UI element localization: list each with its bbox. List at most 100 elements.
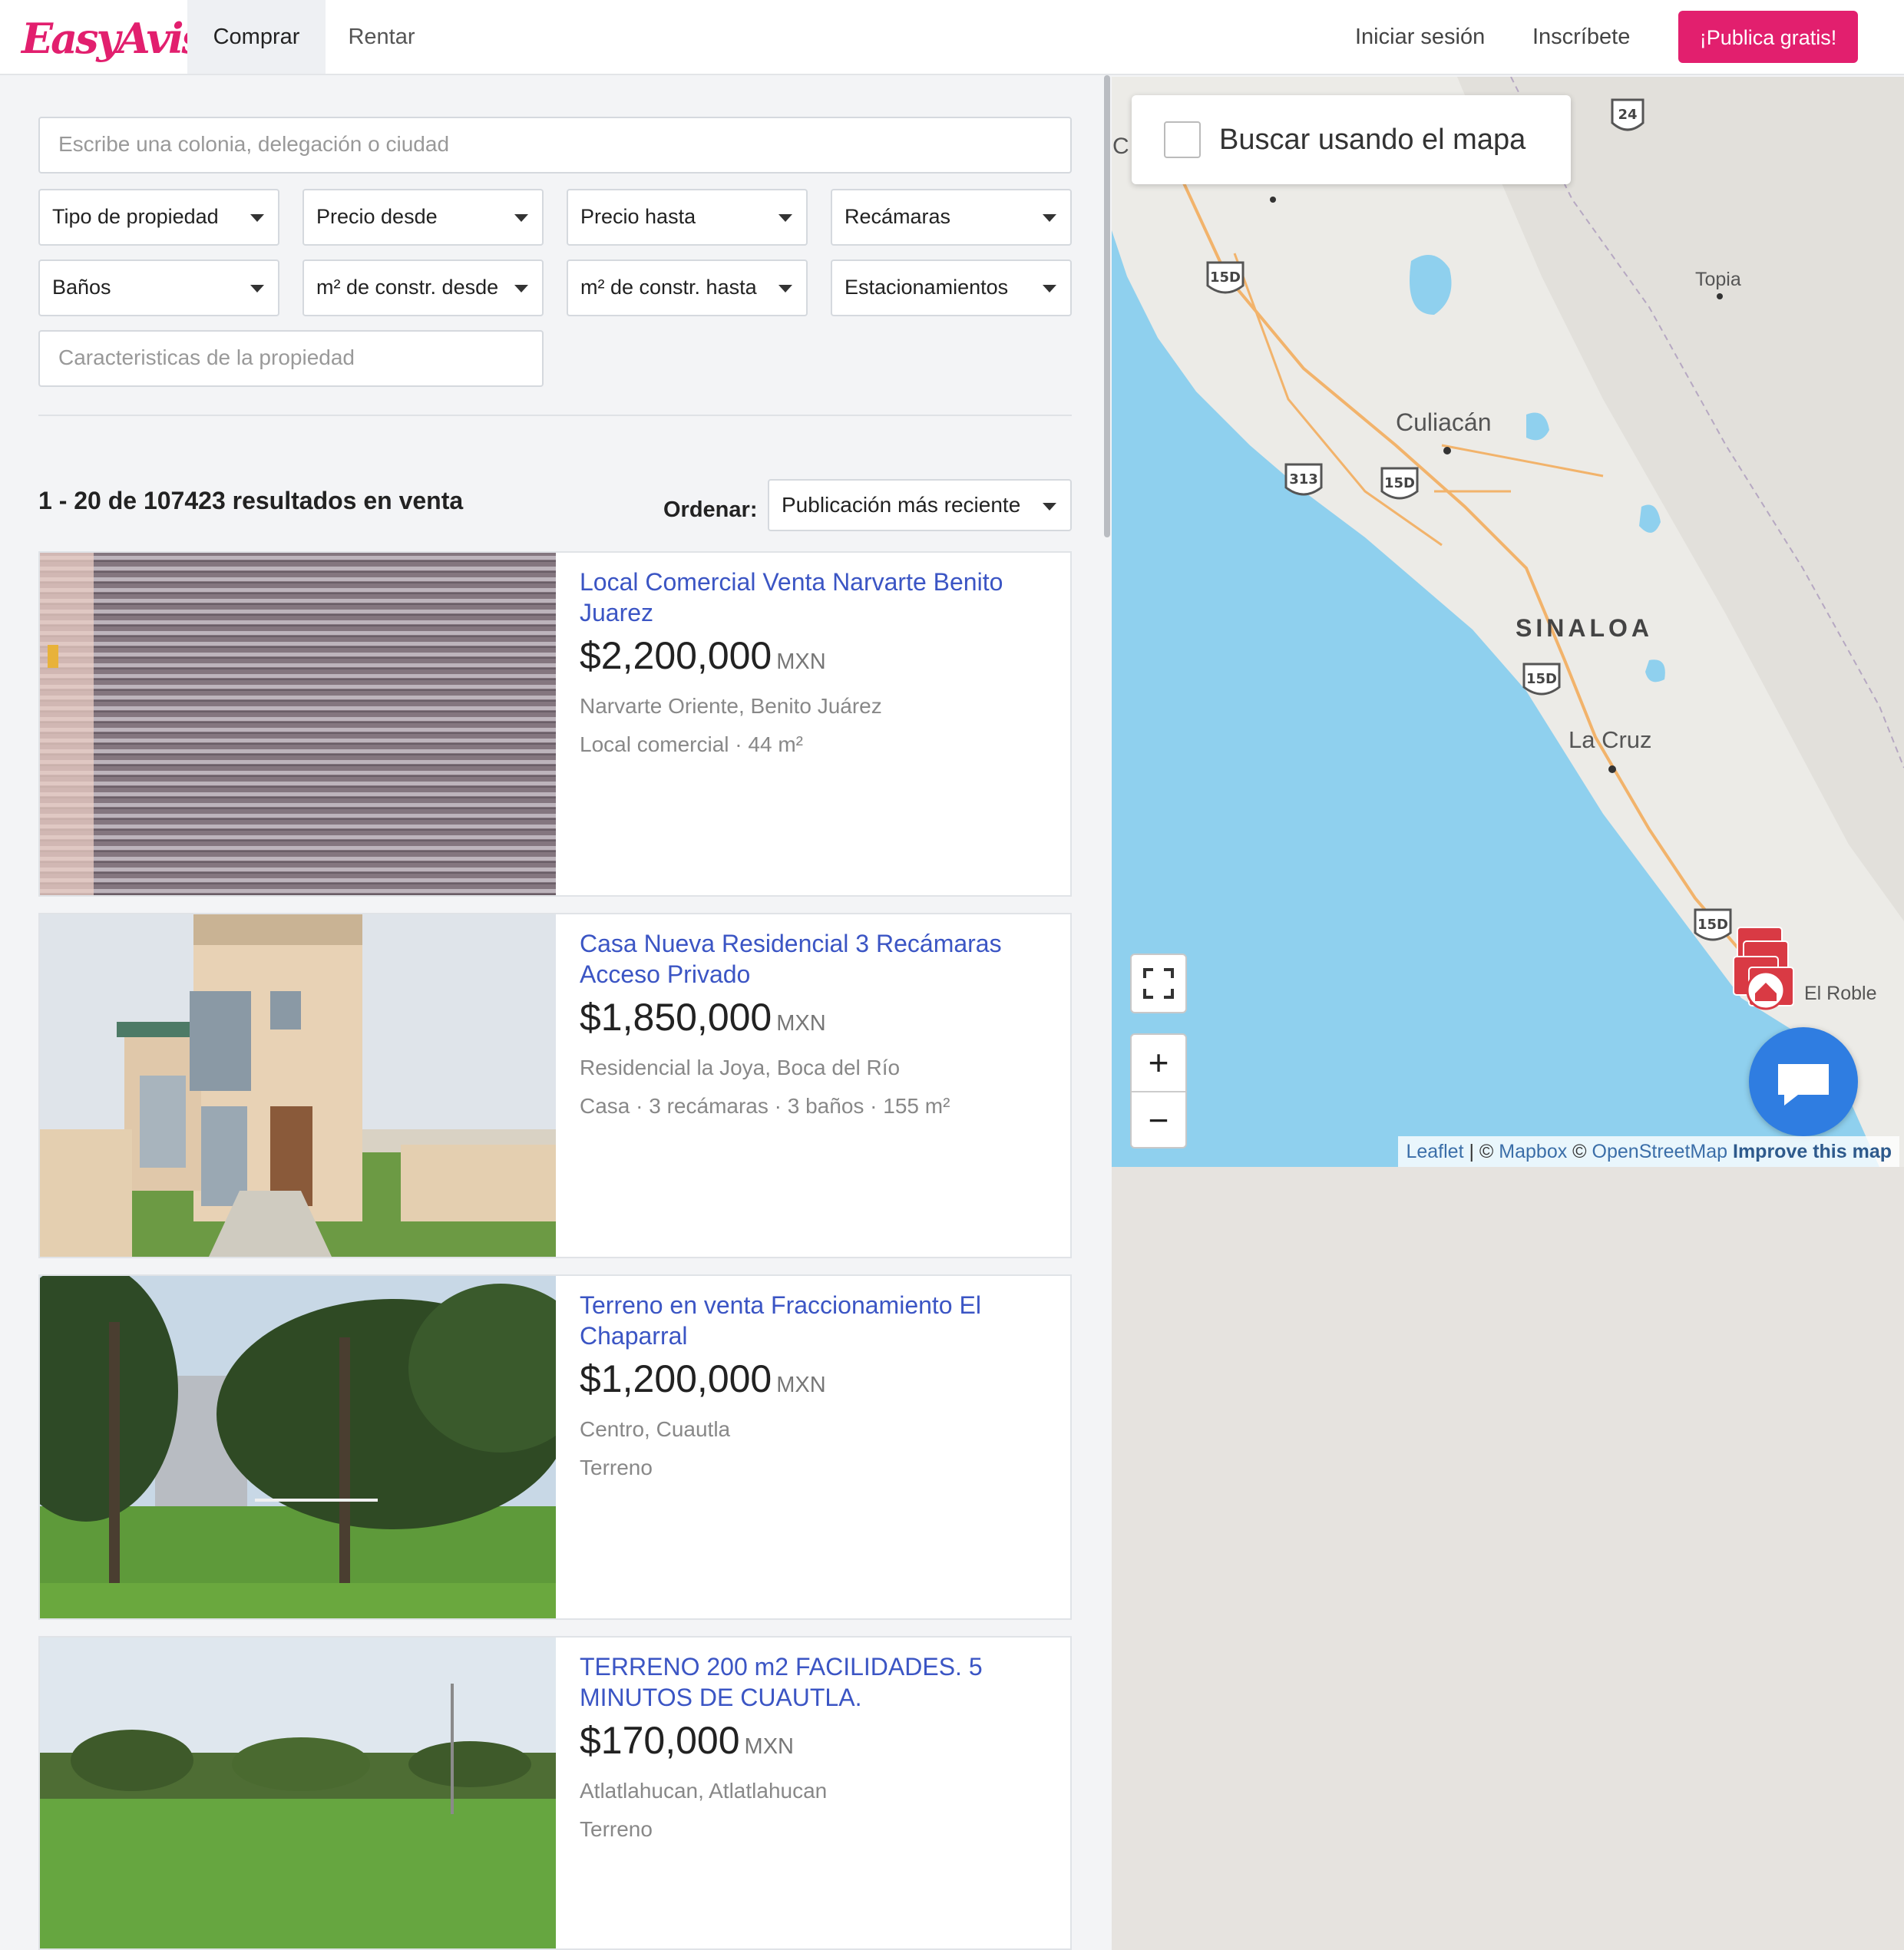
filters-divider	[38, 415, 1072, 416]
listing-location: Atlatlahucan, Atlatlahucan	[580, 1779, 828, 1803]
features-input[interactable]: Caracteristicas de la propiedad	[38, 330, 544, 387]
listing-meta: Local comercial · 44 m²	[580, 732, 803, 756]
listing-card[interactable]: Local Comercial Venta Narvarte Benito Ju…	[38, 551, 1072, 897]
price-to-select[interactable]: Precio hasta	[567, 189, 808, 246]
bathrooms-select[interactable]: Baños	[38, 259, 279, 316]
listing-title[interactable]: TERRENO 200 m2 FACILIDADES. 5 MINUTOS DE…	[580, 1651, 1056, 1713]
listing-location: Narvarte Oriente, Benito Juárez	[580, 694, 882, 718]
caret-down-icon	[514, 285, 528, 292]
openstreetmap-link[interactable]: OpenStreetMap	[1592, 1141, 1728, 1162]
listing-card[interactable]: Casa Nueva Residencial 3 Recámaras Acces…	[38, 913, 1072, 1258]
caret-down-icon	[250, 214, 264, 222]
listing-photo[interactable]	[40, 553, 556, 895]
listing-meta: Terreno	[580, 1456, 653, 1479]
property-type-select[interactable]: Tipo de propiedad	[38, 189, 279, 246]
sort-label: Ordenar:	[663, 497, 758, 522]
chat-bubble-icon	[1778, 1064, 1829, 1106]
listing-photo[interactable]	[40, 1276, 556, 1618]
listing-photo[interactable]	[40, 1638, 556, 1950]
highway-313-label: 313	[1289, 471, 1318, 488]
location-search-input[interactable]: Escribe una colonia, delegación o ciudad	[38, 117, 1072, 174]
highway-15d-label: 15D	[1526, 671, 1557, 687]
listing-card[interactable]: Terreno en venta Fraccionamiento El Chap…	[38, 1274, 1072, 1620]
construction-to-select[interactable]: m² de constr. hasta	[567, 259, 808, 316]
listing-price: $170,000	[580, 1719, 740, 1762]
caret-down-icon	[250, 285, 264, 292]
attribution-sep: ©	[1567, 1141, 1592, 1162]
highway-24-label: 24	[1618, 107, 1637, 123]
mapbox-link[interactable]: Mapbox	[1499, 1141, 1567, 1162]
listing-title[interactable]: Terreno en venta Fraccionamiento El Chap…	[580, 1290, 1056, 1351]
map-place-label: El Roble	[1804, 983, 1877, 1004]
select-label: Tipo de propiedad	[52, 205, 219, 228]
fullscreen-icon	[1143, 968, 1174, 999]
search-with-map-checkbox[interactable]	[1164, 121, 1201, 158]
listing-price: $2,200,000	[580, 634, 772, 677]
highway-15d-label: 15D	[1697, 917, 1728, 933]
listing-meta: Casa · 3 recámaras · 3 baños · 155 m²	[580, 1094, 950, 1118]
search-with-map-label: Buscar usando el mapa	[1219, 124, 1526, 156]
map-tiles: 24 15D 313 15D 15D 15D	[1112, 77, 1904, 1167]
results-scrollbar[interactable]	[1104, 75, 1110, 537]
listing-meta: Terreno	[580, 1817, 653, 1841]
tab-comprar[interactable]: Comprar	[187, 0, 326, 74]
select-label: m² de constr. hasta	[580, 276, 757, 299]
map-panel: 24 15D 313 15D 15D 15D C Topia Culiacán …	[1112, 77, 1904, 1950]
zoom-out-button[interactable]: −	[1132, 1092, 1185, 1149]
listing-currency: MXN	[776, 649, 826, 674]
map-canvas[interactable]: 24 15D 313 15D 15D 15D C Topia Culiacán …	[1112, 77, 1904, 1167]
sort-select[interactable]: Publicación más reciente	[768, 479, 1072, 531]
chat-button[interactable]	[1749, 1027, 1858, 1136]
attribution-sep: | ©	[1463, 1141, 1499, 1162]
caret-down-icon	[778, 214, 792, 222]
zoom-in-button[interactable]: +	[1132, 1035, 1185, 1092]
listing-title[interactable]: Local Comercial Venta Narvarte Benito Ju…	[580, 567, 1056, 628]
login-link[interactable]: Iniciar sesión	[1355, 0, 1485, 74]
listing-currency: MXN	[744, 1734, 794, 1759]
top-navbar: EasyAviso Comprar Rentar Iniciar sesión …	[0, 0, 1904, 75]
search-with-map-control[interactable]: Buscar usando el mapa	[1132, 95, 1571, 184]
caret-down-icon	[514, 214, 528, 222]
map-place-label: Topia	[1695, 269, 1741, 290]
listing-card[interactable]: TERRENO 200 m2 FACILIDADES. 5 MINUTOS DE…	[38, 1636, 1072, 1950]
caret-down-icon	[1043, 285, 1056, 292]
results-count: 1 - 20 de 107423 resultados en venta	[38, 487, 464, 514]
construction-from-select[interactable]: m² de constr. desde	[302, 259, 544, 316]
map-place-label: Culiacán	[1396, 408, 1492, 436]
select-label: Baños	[52, 276, 111, 299]
leaflet-link[interactable]: Leaflet	[1406, 1141, 1463, 1162]
listing-currency: MXN	[776, 1011, 826, 1036]
caret-down-icon	[1043, 214, 1056, 222]
caret-down-icon	[778, 285, 792, 292]
price-from-select[interactable]: Precio desde	[302, 189, 544, 246]
signup-link[interactable]: Inscríbete	[1532, 0, 1630, 74]
results-panel: Escribe una colonia, delegación o ciudad…	[0, 75, 1106, 1950]
highway-15d-label: 15D	[1384, 475, 1415, 491]
listing-title[interactable]: Casa Nueva Residencial 3 Recámaras Acces…	[580, 928, 1056, 990]
listing-photo[interactable]	[40, 914, 556, 1257]
parking-select[interactable]: Estacionamientos	[831, 259, 1072, 316]
map-state-label: SINALOA	[1516, 614, 1653, 642]
bedrooms-select[interactable]: Recámaras	[831, 189, 1072, 246]
publish-free-button[interactable]: ¡Publica gratis!	[1678, 11, 1858, 63]
listing-location: Residencial la Joya, Boca del Río	[580, 1056, 901, 1079]
select-label: Estacionamientos	[845, 276, 1009, 299]
listing-location: Centro, Cuautla	[580, 1417, 731, 1441]
improve-map-link[interactable]: Improve this map	[1733, 1141, 1892, 1162]
highway-15d-label: 15D	[1210, 269, 1241, 286]
select-label: Precio desde	[316, 205, 438, 228]
caret-down-icon	[1043, 503, 1056, 511]
select-label: m² de constr. desde	[316, 276, 499, 299]
easyaviso-logo[interactable]: EasyAviso	[21, 8, 230, 69]
select-label: Recámaras	[845, 205, 951, 228]
map-attribution: Leaflet | © Mapbox © OpenStreetMap Impro…	[1398, 1136, 1899, 1167]
select-label: Precio hasta	[580, 205, 696, 228]
zoom-control: + −	[1130, 1033, 1187, 1149]
listing-currency: MXN	[776, 1373, 826, 1397]
map-place-label: C	[1112, 134, 1129, 159]
fullscreen-button[interactable]	[1130, 954, 1187, 1013]
listing-price: $1,850,000	[580, 996, 772, 1039]
select-label: Publicación más reciente	[782, 493, 1021, 517]
tab-rentar[interactable]: Rentar	[326, 0, 438, 74]
map-place-label: La Cruz	[1568, 726, 1652, 753]
